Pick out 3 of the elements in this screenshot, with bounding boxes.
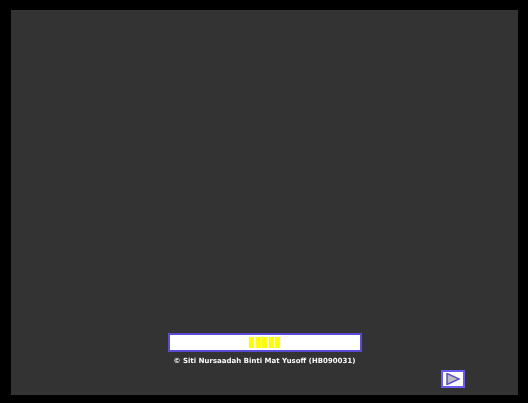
loading-blocks-icon (248, 337, 280, 348)
play-button[interactable] (441, 370, 465, 388)
play-icon (446, 373, 460, 385)
